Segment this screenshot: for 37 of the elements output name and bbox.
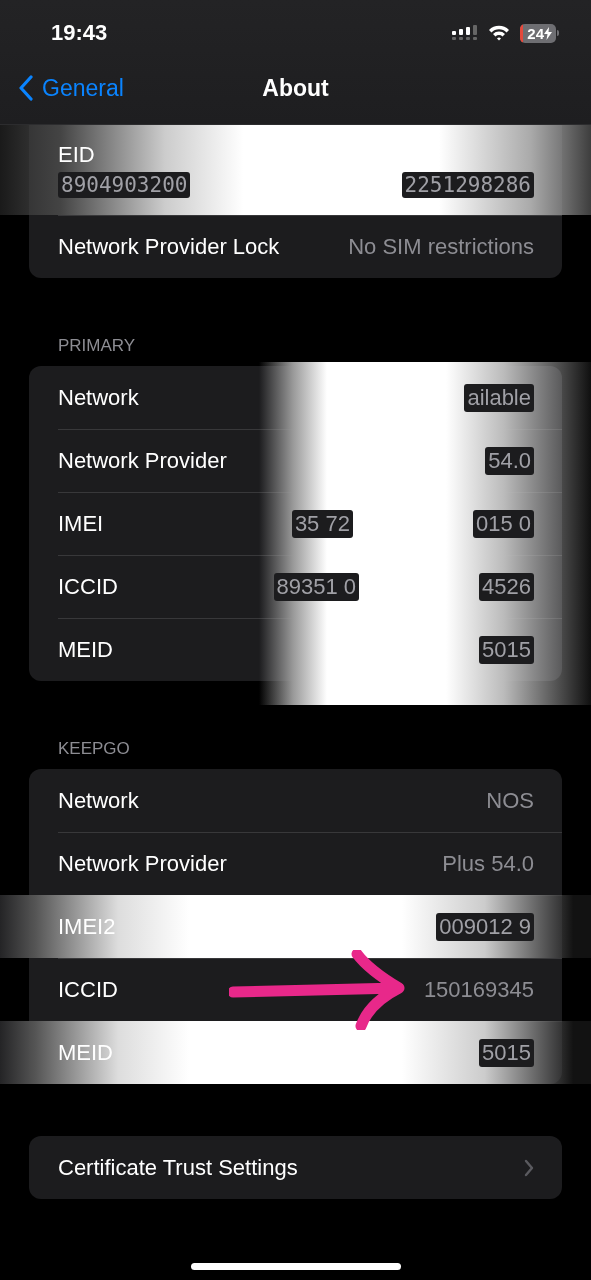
row-label: IMEI bbox=[58, 510, 104, 537]
row-value: 4526 bbox=[479, 572, 534, 601]
row-label: Network Provider bbox=[58, 850, 227, 877]
row-value: 5015 bbox=[479, 635, 534, 664]
section-header: PRIMARY bbox=[57, 335, 137, 357]
row-label: ICCID bbox=[58, 573, 118, 600]
row-label: Network Provider bbox=[58, 447, 227, 474]
row-value: NOS bbox=[486, 787, 534, 814]
row-label: Network bbox=[58, 787, 139, 814]
row-value: 8904903200 bbox=[58, 172, 191, 198]
row-label: Network Provider Lock bbox=[58, 233, 280, 260]
signal-icon bbox=[452, 25, 479, 41]
row-value: ailable bbox=[464, 383, 534, 412]
row-label: EID bbox=[58, 142, 95, 168]
chevron-left-icon bbox=[18, 75, 34, 101]
status-time: 19:43 bbox=[51, 20, 108, 46]
back-button[interactable]: General bbox=[0, 74, 124, 102]
row-value: 015 0 bbox=[472, 509, 534, 538]
chevron-right-icon bbox=[524, 1158, 534, 1177]
row-value: 54.0 bbox=[485, 446, 534, 475]
page-title: About bbox=[262, 74, 329, 102]
wifi-icon bbox=[488, 25, 511, 41]
row-value: 2251298286 bbox=[401, 172, 534, 198]
settings-link[interactable]: Certificate Trust Settings bbox=[58, 1154, 298, 1181]
row-value: 89351 0 bbox=[273, 572, 360, 601]
row-value: 35 72 bbox=[291, 509, 353, 538]
row-value: 009012 9 bbox=[436, 912, 534, 941]
row-label: ICCID bbox=[58, 976, 118, 1003]
row-value: Plus 54.0 bbox=[442, 850, 534, 877]
row-value: 5015 bbox=[479, 1038, 534, 1067]
section-header: KEEPGO bbox=[57, 738, 131, 760]
battery-icon: 24 bbox=[520, 23, 559, 43]
row-label: Network bbox=[58, 384, 139, 411]
row-value: No SIM restrictions bbox=[348, 233, 534, 260]
row-label: MEID bbox=[58, 1039, 113, 1066]
row-label: MEID bbox=[58, 636, 113, 663]
row-value: 150169345 bbox=[423, 976, 534, 1003]
